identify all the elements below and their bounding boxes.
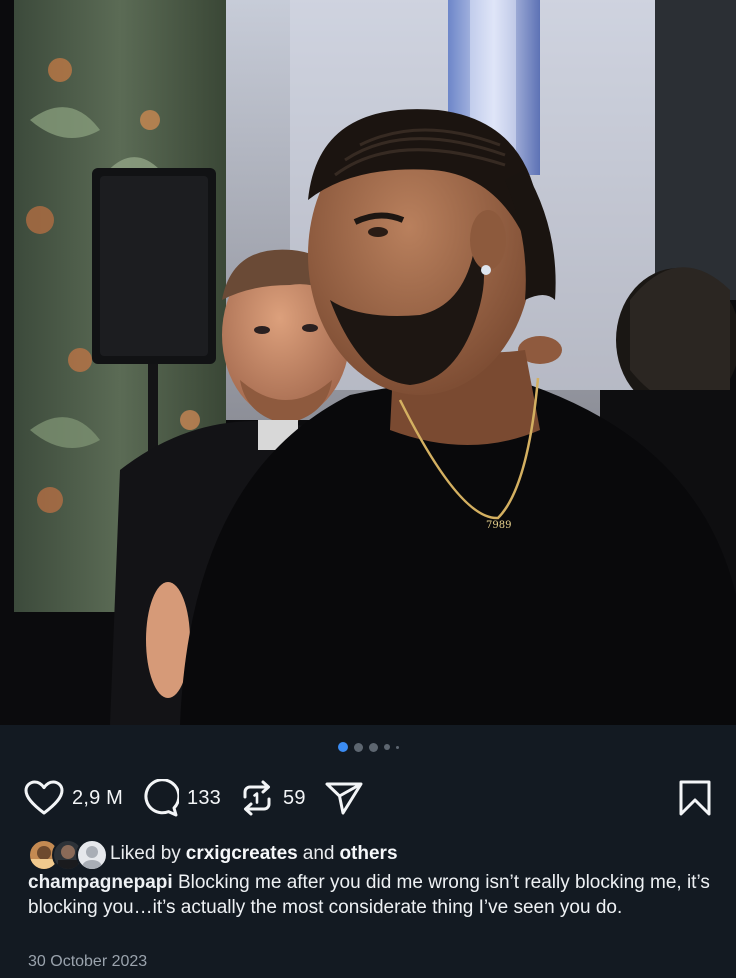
carousel-dot-1[interactable] [337, 742, 348, 752]
bookmark-icon [679, 780, 711, 816]
like-button[interactable]: 2,9 M [24, 780, 123, 816]
avatar [76, 839, 108, 871]
liked-by-user-link[interactable]: crxigcreates [186, 843, 298, 865]
like-count: 2,9 M [72, 786, 124, 809]
caption-username-link[interactable]: champagnepapi [28, 872, 173, 893]
post-photo[interactable]: 7989 [0, 0, 736, 725]
necklace-pendant: 7989 [486, 520, 511, 531]
repost-count: 59 [283, 786, 306, 809]
carousel-dot-5[interactable] [395, 745, 399, 749]
comment-icon [144, 779, 180, 817]
carousel-dot-4[interactable] [383, 744, 390, 750]
carousel-dot-3[interactable] [368, 742, 378, 752]
liked-by-others-link[interactable]: others [339, 843, 397, 865]
liked-by-prefix: Liked by [110, 843, 181, 864]
repost-icon [243, 780, 271, 816]
comment-count: 133 [187, 786, 222, 809]
liked-by-row[interactable]: Liked by crxigcreates and others [28, 838, 398, 871]
heart-icon [24, 780, 64, 815]
save-button[interactable] [678, 779, 712, 817]
repost-button[interactable]: 59 [239, 779, 306, 817]
photo-illustration: 7989 [0, 0, 736, 725]
comment-button[interactable]: 133 [141, 779, 221, 817]
carousel-dot-2[interactable] [353, 742, 363, 752]
post-screen: 7989 2,9 M 133 59 Liked by crxigcreates … [0, 0, 736, 978]
action-bar: 2,9 M 133 59 [24, 776, 712, 820]
share-button[interactable] [324, 780, 364, 816]
liker-avatars[interactable] [28, 838, 108, 871]
send-icon [325, 782, 363, 815]
post-date: 30 October 2023 [28, 953, 148, 970]
carousel-indicator [0, 742, 736, 752]
post-caption: champagnepapi Blocking me after you did … [28, 871, 718, 920]
liked-by-and: and [302, 843, 335, 864]
